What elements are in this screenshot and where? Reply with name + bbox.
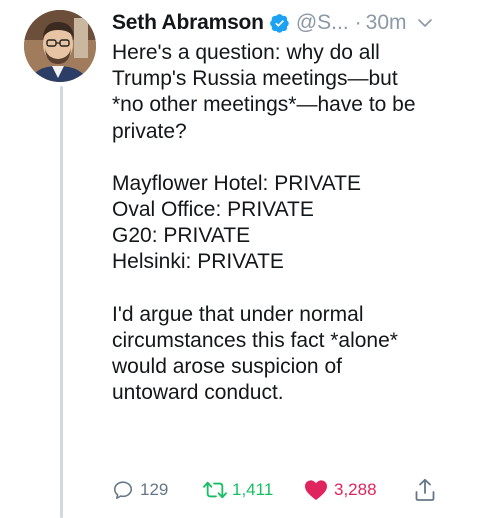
reply-icon: [112, 479, 134, 501]
like-count: 3,288: [334, 480, 377, 499]
separator-dot: ·: [354, 11, 362, 34]
retweet-count: 1,411: [232, 480, 274, 499]
avatar-image: [24, 10, 96, 82]
retweet-button[interactable]: 1,411: [202, 479, 304, 501]
tweet-actions: 129 1,411 3,288: [112, 474, 492, 506]
retweet-icon: [202, 479, 228, 501]
verified-badge-icon: [269, 13, 290, 33]
tweet-text-line: Oval Office: PRIVATE: [112, 198, 314, 222]
tweet-text-line: Mayflower Hotel: PRIVATE: [112, 171, 361, 195]
tweet-text-line: circumstances this fact *alone*: [112, 328, 398, 352]
tweet-text: Here's a question: why do all Trump's Ru…: [112, 40, 492, 406]
tweet-text-line: untoward conduct.: [112, 381, 284, 405]
tweet-header: Seth Abramson @S... · 30m: [112, 8, 492, 38]
tweet-timestamp[interactable]: 30m: [366, 11, 407, 35]
share-icon: [414, 478, 436, 502]
reply-button[interactable]: 129: [112, 479, 202, 501]
thread-line: [60, 86, 63, 518]
tweet-text-line: Trump's Russia meetings—but: [112, 67, 398, 91]
heart-icon: [304, 479, 328, 501]
reply-count: 129: [140, 480, 169, 499]
tweet-text-line: Here's a question: why do all: [112, 41, 380, 64]
tweet-text-line: would arose suspicion of: [112, 355, 342, 379]
like-button[interactable]: 3,288: [304, 479, 414, 501]
share-button[interactable]: [414, 478, 436, 502]
tweet-text-line: I'd argue that under normal: [112, 302, 364, 326]
tweet-text-line: Helsinki: PRIVATE: [112, 250, 284, 274]
tweet[interactable]: Seth Abramson @S... · 30m Here's a quest…: [0, 0, 500, 518]
author-display-name[interactable]: Seth Abramson: [112, 11, 264, 35]
avatar[interactable]: [24, 10, 96, 82]
chevron-down-icon[interactable]: [417, 15, 433, 31]
tweet-text-line: *no other meetings*—have to be: [112, 93, 416, 117]
tweet-text-line: G20: PRIVATE: [112, 224, 251, 248]
author-handle[interactable]: @S...: [296, 11, 349, 35]
tweet-text-line: private?: [112, 119, 187, 143]
